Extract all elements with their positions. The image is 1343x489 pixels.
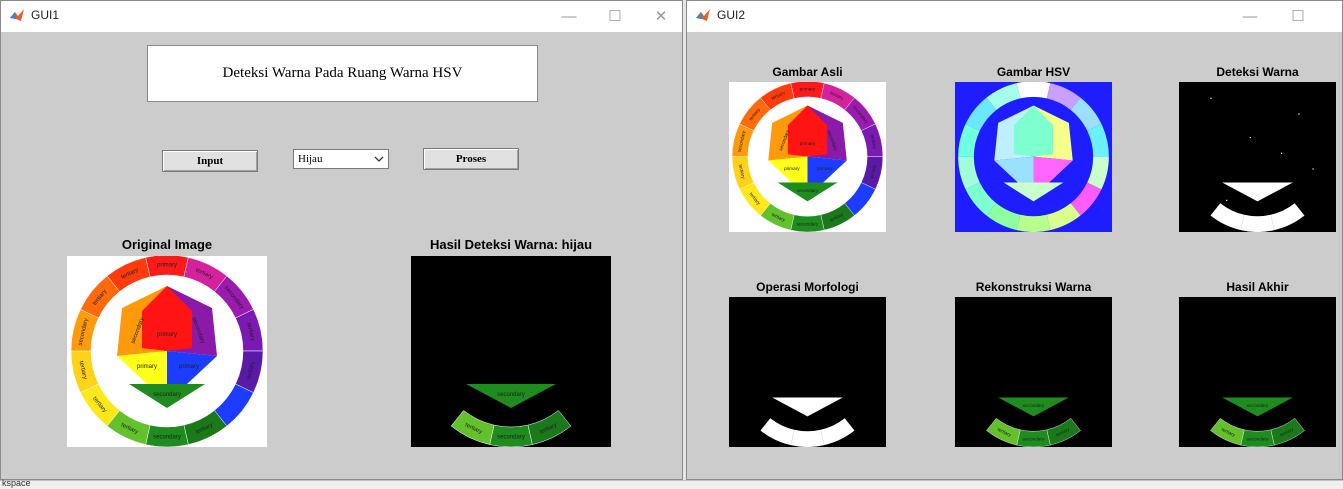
matlab-logo-icon (696, 9, 710, 21)
gui1-title: GUI1 (31, 8, 60, 22)
svg-text:primary: primary (784, 166, 800, 171)
color-detection-title: Deteksi Warna (1216, 65, 1299, 79)
minimize-icon: — (1242, 7, 1258, 25)
minimize-button[interactable]: — (546, 1, 592, 31)
svg-text:secondary: secondary (153, 435, 181, 441)
final-result-image: tertiary secondary tertiary secondary (1179, 297, 1336, 447)
svg-text:secondary: secondary (1023, 436, 1045, 441)
maximize-button[interactable]: ☐ (1275, 1, 1321, 31)
svg-text:secondary: secondary (1247, 403, 1269, 408)
svg-text:secondary: secondary (1247, 436, 1269, 441)
morphology-image (729, 297, 886, 447)
color-reconstruction-title: Rekonstruksi Warna (975, 280, 1092, 294)
hsv-image-title: Gambar HSV (996, 65, 1071, 79)
maximize-button[interactable]: ☐ (592, 1, 638, 31)
close-button[interactable]: ✕ (638, 1, 684, 31)
header-text-box: Deteksi Warna Pada Ruang Warna HSV (147, 45, 538, 102)
header-text: Deteksi Warna Pada Ruang Warna HSV (222, 65, 463, 81)
gui2-titlebar[interactable]: GUI2 — ☐ (687, 1, 1342, 31)
chevron-down-icon (374, 156, 384, 162)
process-button[interactable]: Proses (423, 148, 519, 170)
original-image: primary tertiary secondary tertiary tertiary… (729, 82, 886, 232)
gui2-title: GUI2 (717, 8, 746, 22)
gui1-window: GUI1 — ☐ ✕ Deteksi Warna Pada Ruang Warn… (0, 0, 683, 480)
svg-text:primary: primary (137, 364, 157, 370)
close-icon: ✕ (654, 8, 668, 25)
svg-text:secondary: secondary (497, 392, 525, 398)
color-select-value: Hijau (298, 153, 323, 165)
matlab-logo-icon (10, 9, 24, 21)
color-reconstruction-image: tertiary secondary tertiary secondary (955, 297, 1112, 447)
input-button[interactable]: Input (162, 150, 258, 172)
taskbar-text: kspace (2, 478, 31, 488)
color-select[interactable]: Hijau (293, 149, 389, 169)
final-result-title: Hasil Akhir (1226, 280, 1289, 294)
maximize-icon: ☐ (1291, 8, 1305, 25)
original-image: primary tertiary secondary tertiary tertiary… (67, 256, 267, 447)
svg-text:primary: primary (817, 166, 833, 171)
original-image-title: Original Image (121, 237, 213, 252)
svg-text:secondary: secondary (797, 188, 819, 193)
gui1-figure: Deteksi Warna Pada Ruang Warna HSV Input… (1, 32, 682, 479)
svg-text:primary: primary (157, 332, 177, 338)
svg-text:secondary: secondary (797, 221, 819, 226)
svg-text:secondary: secondary (497, 435, 525, 441)
morphology-title: Operasi Morfologi (756, 280, 859, 294)
svg-text:primary: primary (800, 86, 816, 91)
detection-result-title: Hasil Deteksi Warna: hijau (429, 237, 593, 252)
taskbar-strip: kspace (0, 478, 1343, 489)
gui2-window: GUI2 — ☐ Gambar Asli primary tertiary seco… (686, 0, 1343, 480)
svg-text:primary: primary (800, 141, 816, 146)
minimize-button[interactable]: — (1227, 1, 1273, 31)
svg-text:secondary: secondary (153, 392, 181, 398)
color-detection-image (1179, 82, 1336, 232)
svg-text:secondary: secondary (1023, 403, 1045, 408)
hsv-image (955, 82, 1112, 232)
detection-result-image: tertiary secondary tertiary secondary (411, 256, 611, 447)
original-image-title: Gambar Asli (772, 65, 843, 79)
svg-text:primary: primary (179, 364, 199, 370)
svg-text:primary: primary (157, 263, 177, 269)
maximize-icon: ☐ (608, 8, 622, 25)
gui2-figure: Gambar Asli primary tertiary secondary tert… (687, 32, 1342, 479)
gui1-titlebar[interactable]: GUI1 — ☐ ✕ (1, 1, 682, 31)
minimize-icon: — (561, 7, 577, 25)
